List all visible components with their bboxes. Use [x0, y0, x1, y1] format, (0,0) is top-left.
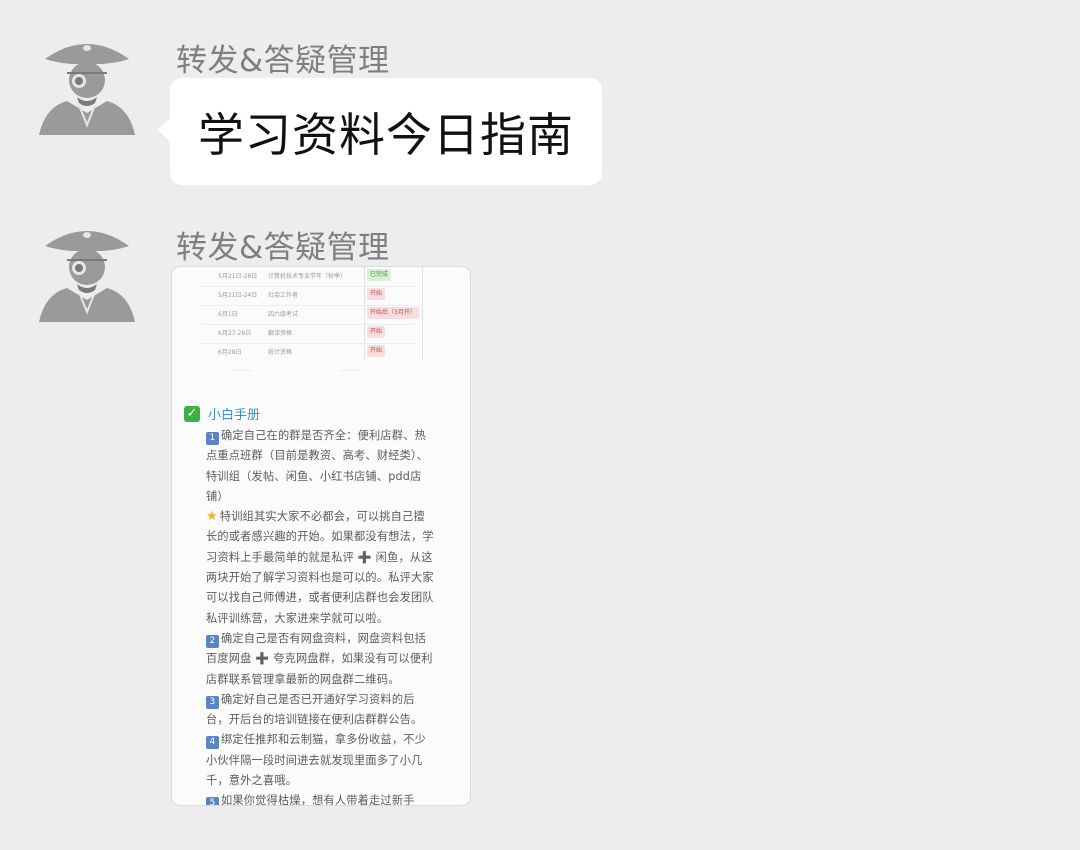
text-line: 台，开后台的培训链接在便利店群群公告。 [206, 713, 423, 727]
number-4-icon: 4 [206, 736, 219, 750]
text-line: 千，意外之喜哦。 [206, 774, 298, 788]
table-row: 5月21日-28日 计算机技术专业学年（秋季） 已完成 [202, 267, 422, 286]
number-1-icon: 1 [206, 432, 219, 445]
section-heading: ✓ 小白手册 [184, 404, 260, 423]
bubble-tail [158, 118, 170, 142]
table-row: 5月21日-24日 社会工作者 开始 [202, 286, 422, 305]
star-icon: ★ [206, 509, 218, 525]
number-5-icon: 5 [206, 797, 219, 805]
text-line: 2 确定自己是否有网盘资料，网盘资料包括 [206, 629, 458, 649]
table-separator [232, 370, 252, 371]
pirate-avatar-icon[interactable] [37, 222, 137, 322]
table-divider [422, 267, 423, 360]
table-cell-date: 5月21日-24日 [218, 292, 258, 299]
message-text: 学习资料今日指南 [198, 107, 574, 162]
status-tag: 开始后（3月开） [367, 307, 419, 319]
table-cell-date: 5月21日-28日 [218, 273, 258, 280]
table-cell-date: 6月28日 [218, 349, 242, 356]
table-row: 6月27-28日 翻译资格 开始 [202, 324, 422, 343]
table-cell-task: 计算机技术专业学年（秋季） [268, 273, 347, 280]
text-line: 4 绑定任推邦和云制猫，拿多份收益，不少 [206, 730, 458, 750]
table-cell-task: 翻译资格 [268, 330, 293, 337]
table-cell-task: 四六级考试 [268, 311, 299, 318]
text-line: 长的或者感兴趣的开始。如果都没有想法，学 [206, 530, 434, 544]
text-line: 两块开始了解学习资料也是可以的。私评大家 [206, 571, 434, 585]
text-line: 私评训练营，大家进来学就可以啦。 [206, 611, 389, 625]
check-mark-icon: ✓ [184, 405, 200, 422]
table-row: 6月28日 统计资格 开始 [202, 343, 422, 362]
text-line: 5 如果你觉得枯燥，想有人带着走过新手 [206, 791, 458, 805]
table-cell-task: 统计资格 [268, 349, 293, 356]
text-line: 铺） [206, 489, 229, 503]
text-message-bubble[interactable]: 学习资料今日指南 [158, 78, 602, 185]
status-tag: 开始 [367, 326, 386, 338]
sender-name: 转发&答疑管理 [176, 43, 390, 79]
status-tag: 已完成 [367, 269, 392, 281]
pirate-avatar-icon[interactable] [37, 35, 137, 135]
text-line: 可以找自己师傅进，或者便利店群也会发团队 [206, 591, 434, 605]
text-line: 特训组（发帖、闲鱼、小红书店铺、pdd店 [206, 469, 422, 483]
image-message-card[interactable]: 5月21日-28日 计算机技术专业学年（秋季） 已完成 5月21日-24日 社会… [171, 266, 471, 806]
number-3-icon: 3 [206, 695, 219, 709]
text-line: 小伙伴隔一段时间进去就发现里面多了小几 [206, 753, 423, 767]
text-line: 店群联系管理拿最新的网盘群二维码。 [206, 672, 400, 686]
table-row: 6月1日 四六级考试 开始后（3月开） [202, 305, 422, 324]
guide-text: 1 确定自己在的群是否齐全：便利店群、热 点重点班群（目前是教资、高考、财经类）、… [206, 426, 458, 805]
sender-name: 转发&答疑管理 [176, 230, 390, 266]
text-line: 百度网盘 ➕ 夸克网盘群，如果没有可以便利 [206, 652, 433, 666]
text-line: 1 确定自己在的群是否齐全：便利店群、热 [206, 426, 458, 446]
text-line: ★ 特训组其实大家不必都会，可以挑自己擅 [206, 509, 425, 525]
table-cell-date: 6月27-28日 [218, 330, 252, 337]
table-separator [340, 370, 360, 371]
table-cell-date: 6月1日 [218, 311, 238, 318]
section-title: 小白手册 [208, 408, 261, 423]
number-2-icon: 2 [206, 634, 219, 648]
text-line: 点重点班群（目前是教资、高考、财经类）、 [206, 449, 429, 463]
status-tag: 开始 [367, 288, 386, 300]
table-cell-task: 社会工作者 [268, 292, 299, 299]
text-line: 3 确定好自己是否已开通好学习资料的后 [206, 690, 458, 710]
text-line: 习资料上手最简单的就是私评 ➕ 闲鱼，从这 [206, 550, 433, 564]
status-tag: 开始 [367, 345, 386, 357]
